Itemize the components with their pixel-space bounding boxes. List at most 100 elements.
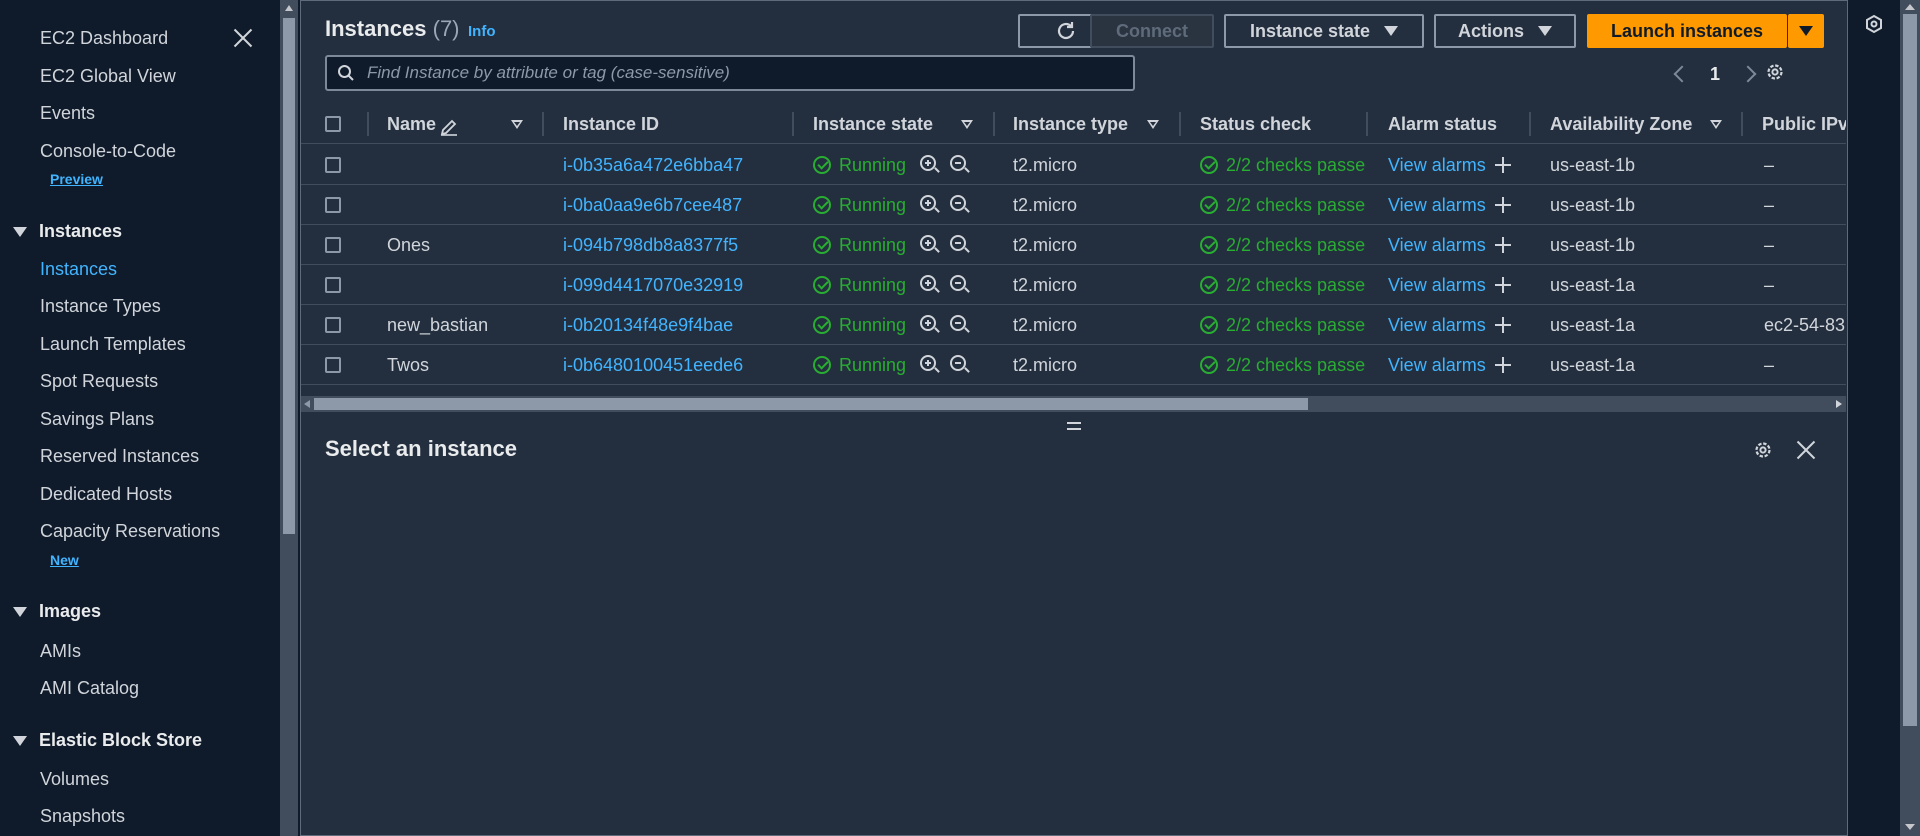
add-alarm-plus-icon[interactable] — [1495, 317, 1511, 333]
instance-state-dropdown[interactable]: Instance state — [1224, 14, 1424, 48]
column-header-availability-zone[interactable]: Availability Zone — [1550, 114, 1692, 135]
add-alarm-plus-icon[interactable] — [1495, 197, 1511, 213]
split-panel-resize-handle[interactable] — [1067, 422, 1081, 430]
launch-options-dropdown[interactable] — [1788, 14, 1824, 48]
zoom-out-icon[interactable] — [950, 195, 966, 211]
sidebar-item-instances[interactable]: Instances — [40, 259, 117, 280]
connect-button[interactable]: Connect — [1090, 14, 1214, 48]
instance-id-link[interactable]: i-0b6480100451eede6 — [563, 355, 743, 376]
zoom-in-icon[interactable] — [920, 275, 936, 291]
sidebar-item-instance-types[interactable]: Instance Types — [40, 296, 161, 317]
zoom-out-icon[interactable] — [950, 275, 966, 291]
filter-name-icon[interactable] — [511, 120, 523, 129]
instance-id-link[interactable]: i-0b20134f48e9f4bae — [563, 315, 733, 336]
row-checkbox[interactable] — [325, 197, 341, 213]
scroll-up-icon[interactable] — [285, 5, 293, 11]
instance-id-link[interactable]: i-099d4417070e32919 — [563, 275, 743, 296]
sidebar-scroll-thumb[interactable] — [283, 18, 295, 534]
column-header-status-check[interactable]: Status check — [1200, 114, 1311, 135]
row-checkbox[interactable] — [325, 317, 341, 333]
table-row[interactable]: i-099d4417070e32919 Running t2.micro 2/2… — [300, 265, 1846, 305]
new-badge[interactable]: New — [50, 552, 79, 568]
chevron-left-icon[interactable] — [1673, 65, 1691, 83]
sidebar-item-console-to-code[interactable]: Console-to-Code — [40, 141, 176, 162]
sidebar-item-events[interactable]: Events — [40, 103, 95, 124]
sidebar-item-savings-plans[interactable]: Savings Plans — [40, 409, 154, 430]
instance-id-link[interactable]: i-0ba0aa9e6b7cee487 — [563, 195, 742, 216]
row-checkbox[interactable] — [325, 277, 341, 293]
page-number[interactable]: 1 — [1710, 64, 1720, 85]
zoom-in-icon[interactable] — [920, 155, 936, 171]
info-link[interactable]: Info — [468, 23, 496, 40]
sidebar-item-capacity-reservations[interactable]: Capacity Reservations — [40, 521, 220, 542]
sidebar-section-images[interactable]: Images — [13, 601, 101, 622]
filter-availability-zone-icon[interactable] — [1710, 120, 1722, 129]
sidebar-scrollbar[interactable] — [280, 0, 298, 836]
launch-instances-button[interactable]: Launch instances — [1587, 14, 1787, 48]
zoom-out-icon[interactable] — [950, 315, 966, 331]
actions-dropdown[interactable]: Actions — [1434, 14, 1576, 48]
sidebar-item-spot-requests[interactable]: Spot Requests — [40, 371, 158, 392]
row-checkbox[interactable] — [325, 357, 341, 373]
scroll-left-icon[interactable] — [304, 400, 310, 408]
column-header-instance-type[interactable]: Instance type — [1013, 114, 1128, 135]
sidebar-item-ec2-global-view[interactable]: EC2 Global View — [40, 66, 176, 87]
filter-instance-state-icon[interactable] — [961, 120, 973, 129]
view-alarms-link[interactable]: View alarms — [1388, 355, 1486, 376]
column-header-name[interactable]: Name — [387, 114, 436, 135]
zoom-out-icon[interactable] — [950, 155, 966, 171]
view-alarms-link[interactable]: View alarms — [1388, 235, 1486, 256]
sidebar-section-elastic-block-store[interactable]: Elastic Block Store — [13, 730, 202, 751]
instance-id-link[interactable]: i-094b798db8a8377f5 — [563, 235, 738, 256]
scroll-right-icon[interactable] — [1836, 400, 1842, 408]
sidebar-item-snapshots[interactable]: Snapshots — [40, 806, 125, 827]
zoom-in-icon[interactable] — [920, 315, 936, 331]
sidebar-section-instances[interactable]: Instances — [13, 221, 122, 242]
table-row[interactable]: i-0b35a6a472e6bba47 Running t2.micro 2/2… — [300, 145, 1846, 185]
add-alarm-plus-icon[interactable] — [1495, 157, 1511, 173]
add-alarm-plus-icon[interactable] — [1495, 357, 1511, 373]
split-panel-gear-icon[interactable] — [1753, 440, 1773, 460]
table-row[interactable]: Ones i-094b798db8a8377f5 Running t2.micr… — [300, 225, 1846, 265]
row-checkbox[interactable] — [325, 157, 341, 173]
zoom-out-icon[interactable] — [950, 355, 966, 371]
close-sidebar-icon[interactable] — [233, 28, 253, 48]
help-panel-icon[interactable] — [1864, 14, 1884, 34]
sidebar-item-reserved-instances[interactable]: Reserved Instances — [40, 446, 199, 467]
chevron-right-icon[interactable] — [1739, 65, 1757, 83]
view-alarms-link[interactable]: View alarms — [1388, 275, 1486, 296]
sidebar-item-ec2-dashboard[interactable]: EC2 Dashboard — [40, 28, 168, 49]
zoom-out-icon[interactable] — [950, 235, 966, 251]
preview-badge[interactable]: Preview — [50, 171, 103, 187]
page-scroll-thumb[interactable] — [1903, 14, 1917, 726]
page-scrollbar[interactable] — [1900, 0, 1920, 836]
zoom-in-icon[interactable] — [920, 355, 936, 371]
table-row[interactable]: new_bastian i-0b20134f48e9f4bae Running … — [300, 305, 1846, 345]
sidebar-item-amis[interactable]: AMIs — [40, 641, 81, 662]
close-split-panel-icon[interactable] — [1796, 440, 1816, 460]
view-alarms-link[interactable]: View alarms — [1388, 195, 1486, 216]
scroll-up-icon[interactable] — [1905, 4, 1915, 10]
horizontal-scroll-thumb[interactable] — [314, 398, 1308, 410]
sidebar-item-volumes[interactable]: Volumes — [40, 769, 109, 790]
column-header-alarm-status[interactable]: Alarm status — [1388, 114, 1497, 135]
zoom-in-icon[interactable] — [920, 235, 936, 251]
sidebar-item-launch-templates[interactable]: Launch Templates — [40, 334, 186, 355]
table-preferences-gear-icon[interactable] — [1765, 62, 1785, 82]
column-header-public-ipv4[interactable]: Public IPv4 — [1762, 114, 1846, 135]
zoom-in-icon[interactable] — [920, 195, 936, 211]
filter-instance-type-icon[interactable] — [1147, 120, 1159, 129]
add-alarm-plus-icon[interactable] — [1495, 237, 1511, 253]
instance-id-link[interactable]: i-0b35a6a472e6bba47 — [563, 155, 743, 176]
table-row[interactable]: i-0ba0aa9e6b7cee487 Running t2.micro 2/2… — [300, 185, 1846, 225]
scroll-down-icon[interactable] — [1905, 824, 1915, 830]
select-all-checkbox[interactable] — [325, 116, 341, 132]
column-header-instance-id[interactable]: Instance ID — [563, 114, 659, 135]
sidebar-item-dedicated-hosts[interactable]: Dedicated Hosts — [40, 484, 172, 505]
view-alarms-link[interactable]: View alarms — [1388, 315, 1486, 336]
table-row[interactable]: Twos i-0b6480100451eede6 Running t2.micr… — [300, 345, 1846, 385]
view-alarms-link[interactable]: View alarms — [1388, 155, 1486, 176]
sidebar-item-ami-catalog[interactable]: AMI Catalog — [40, 678, 139, 699]
row-checkbox[interactable] — [325, 237, 341, 253]
search-input[interactable] — [367, 63, 1127, 83]
